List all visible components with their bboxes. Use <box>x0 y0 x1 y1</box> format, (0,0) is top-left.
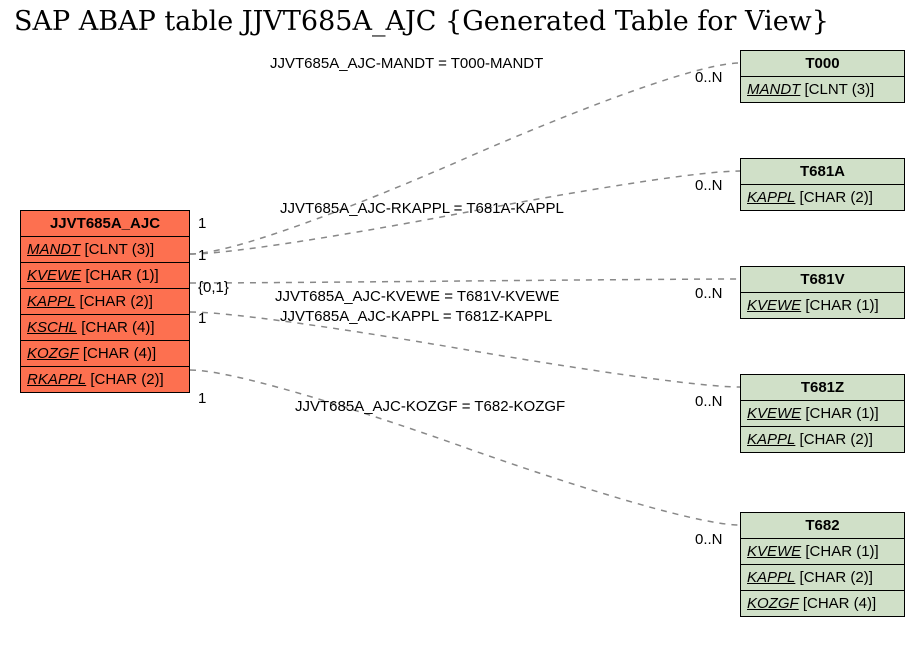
cardinality-right: 0..N <box>695 285 723 302</box>
entity-field: MANDT [CLNT (3)] <box>21 237 189 263</box>
entity-header: JJVT685A_AJC <box>21 211 189 237</box>
entity-header: T681Z <box>741 375 904 401</box>
cardinality-left: 1 <box>198 390 206 407</box>
entity-header: T681A <box>741 159 904 185</box>
entity-T000: T000MANDT [CLNT (3)] <box>740 50 905 103</box>
entity-field: KAPPL [CHAR (2)] <box>21 289 189 315</box>
entity-field: KSCHL [CHAR (4)] <box>21 315 189 341</box>
entity-field: KVEWE [CHAR (1)] <box>21 263 189 289</box>
entity-field: KAPPL [CHAR (2)] <box>741 565 904 591</box>
page-title: SAP ABAP table JJVT685A_AJC {Generated T… <box>14 6 829 37</box>
relation-label: JJVT685A_AJC-KAPPL = T681Z-KAPPL <box>280 308 552 325</box>
cardinality-right: 0..N <box>695 393 723 410</box>
cardinality-right: 0..N <box>695 531 723 548</box>
entity-field: KVEWE [CHAR (1)] <box>741 293 904 318</box>
entity-field: MANDT [CLNT (3)] <box>741 77 904 102</box>
cardinality-left: 1 <box>198 247 206 264</box>
entity-T682: T682KVEWE [CHAR (1)]KAPPL [CHAR (2)]KOZG… <box>740 512 905 617</box>
relation-label: JJVT685A_AJC-MANDT = T000-MANDT <box>270 55 543 72</box>
relation-label: JJVT685A_AJC-KVEWE = T681V-KVEWE <box>275 288 559 305</box>
entity-field: KVEWE [CHAR (1)] <box>741 539 904 565</box>
entity-field: KOZGF [CHAR (4)] <box>741 591 904 616</box>
cardinality-left: 1 <box>198 310 206 327</box>
entity-field: RKAPPL [CHAR (2)] <box>21 367 189 392</box>
entity-field: KAPPL [CHAR (2)] <box>741 427 904 452</box>
entity-T681Z: T681ZKVEWE [CHAR (1)]KAPPL [CHAR (2)] <box>740 374 905 453</box>
cardinality-right: 0..N <box>695 69 723 86</box>
cardinality-left: {0,1} <box>198 279 229 296</box>
cardinality-left: 1 <box>198 215 206 232</box>
relation-label: JJVT685A_AJC-KOZGF = T682-KOZGF <box>295 398 565 415</box>
entity-T681V: T681VKVEWE [CHAR (1)] <box>740 266 905 319</box>
entity-header: T000 <box>741 51 904 77</box>
entity-field: KOZGF [CHAR (4)] <box>21 341 189 367</box>
diagram-canvas: SAP ABAP table JJVT685A_AJC {Generated T… <box>0 0 920 655</box>
relation-label: JJVT685A_AJC-RKAPPL = T681A-KAPPL <box>280 200 564 217</box>
entity-field: KVEWE [CHAR (1)] <box>741 401 904 427</box>
entity-header: T682 <box>741 513 904 539</box>
entity-JJVT685A_AJC: JJVT685A_AJCMANDT [CLNT (3)]KVEWE [CHAR … <box>20 210 190 393</box>
entity-header: T681V <box>741 267 904 293</box>
entity-field: KAPPL [CHAR (2)] <box>741 185 904 210</box>
cardinality-right: 0..N <box>695 177 723 194</box>
entity-T681A: T681AKAPPL [CHAR (2)] <box>740 158 905 211</box>
